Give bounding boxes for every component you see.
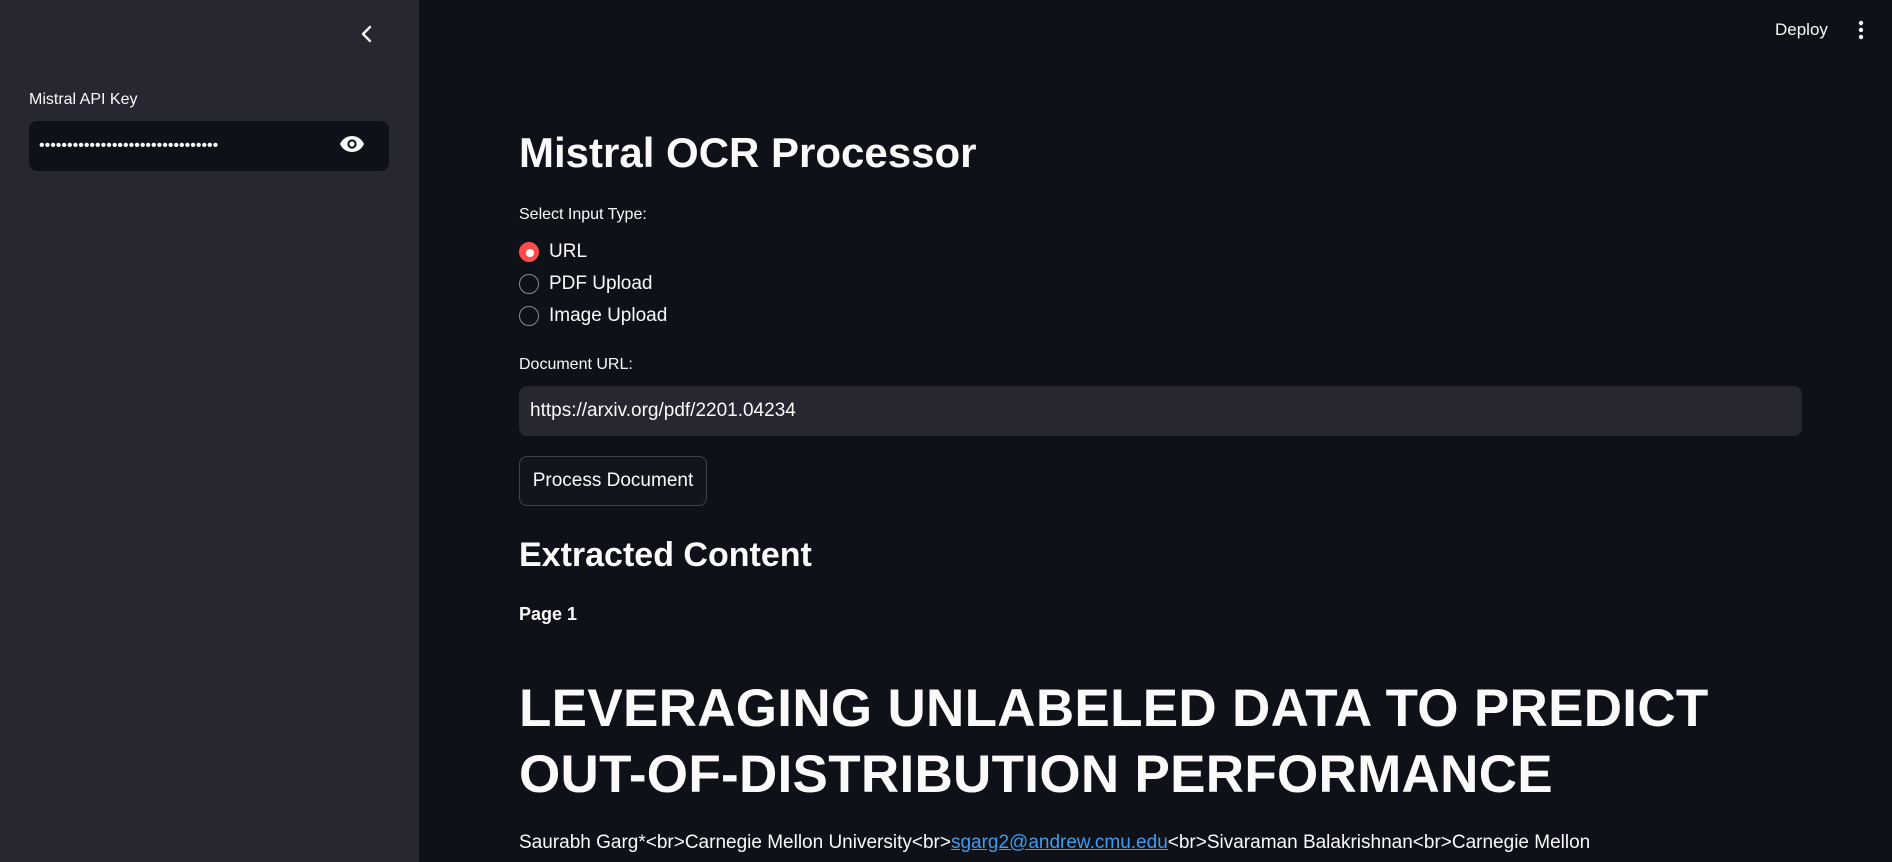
authors-suffix: <br>Sivaraman Balakrishnan<br>Carnegie M…: [1167, 832, 1591, 853]
show-password-button[interactable]: [339, 134, 365, 158]
more-vertical-icon: [1858, 20, 1864, 45]
document-authors: Saurabh Garg*<br>Carnegie Mellon Univers…: [519, 832, 1590, 854]
document-url-label: Document URL:: [519, 356, 633, 373]
sidebar: Mistral API Key ••••••••••••••••••••••••…: [0, 0, 419, 862]
radio-image-upload-label: Image Upload: [549, 305, 668, 326]
author-email-link[interactable]: sgarg2@andrew.cmu.edu: [951, 832, 1168, 853]
document-url-input[interactable]: https://arxiv.org/pdf/2201.04234: [519, 386, 1802, 436]
page-number-label: Page 1: [519, 604, 578, 624]
extracted-content-heading: Extracted Content: [519, 536, 812, 574]
authors-prefix: Saurabh Garg*<br>Carnegie Mellon Univers…: [519, 832, 951, 853]
page-title: Mistral OCR Processor: [519, 129, 977, 176]
eye-icon: [339, 135, 365, 158]
radio-pdf-upload-indicator: [519, 274, 539, 294]
radio-pdf-upload-label: PDF Upload: [549, 273, 653, 294]
radio-pdf-upload[interactable]: PDF Upload: [519, 271, 653, 297]
chevron-left-icon: [360, 25, 374, 48]
radio-url-label: URL: [549, 241, 588, 262]
process-document-button[interactable]: Process Document: [519, 456, 707, 506]
radio-url[interactable]: URL: [519, 239, 587, 265]
document-title: LEVERAGING UNLABELED DATA TO PREDICT OUT…: [519, 679, 1709, 804]
app-root: Mistral API Key ••••••••••••••••••••••••…: [0, 0, 1892, 862]
deploy-button[interactable]: Deploy: [1775, 20, 1828, 40]
radio-image-upload-indicator: [519, 306, 539, 326]
api-key-label: Mistral API Key: [29, 91, 138, 108]
api-key-value: ••••••••••••••••••••••••••••••••: [39, 137, 219, 154]
radio-image-upload[interactable]: Image Upload: [519, 303, 667, 329]
input-type-label: Select Input Type:: [519, 206, 647, 223]
api-key-input[interactable]: ••••••••••••••••••••••••••••••••: [29, 121, 389, 171]
radio-url-indicator: [519, 242, 539, 262]
collapse-sidebar-button[interactable]: [355, 24, 379, 48]
main-menu-button[interactable]: [1851, 20, 1871, 44]
